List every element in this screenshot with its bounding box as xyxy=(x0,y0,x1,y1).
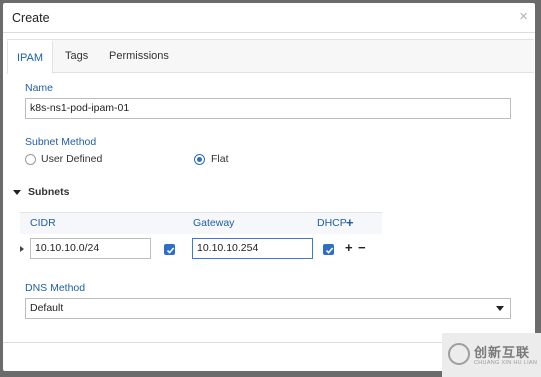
dialog-title: Create xyxy=(12,11,50,25)
radio-user-defined[interactable] xyxy=(25,154,36,165)
watermark: 创新互联 CHUANG XIN HU LIAN xyxy=(442,333,541,377)
add-row-button[interactable]: + xyxy=(345,241,353,254)
name-input[interactable]: k8s-ns1-pod-ipam-01 xyxy=(25,98,511,119)
dns-method-label: DNS Method xyxy=(25,282,86,294)
subnets-section-title: Subnets xyxy=(28,186,70,198)
dialog-header: Create × xyxy=(3,3,535,33)
add-subnet-header-button[interactable]: + xyxy=(346,216,354,229)
cidr-column-header: CIDR xyxy=(30,217,56,229)
name-label: Name xyxy=(25,82,54,94)
gateway-input[interactable]: 10.10.10.254 xyxy=(192,238,313,259)
dhcp-checkbox[interactable] xyxy=(323,244,334,255)
dhcp-column-header: DHCP xyxy=(317,217,347,229)
dns-method-value: Default xyxy=(30,302,64,314)
dns-method-select[interactable]: Default xyxy=(25,298,511,319)
check-icon xyxy=(166,247,175,254)
close-icon[interactable]: × xyxy=(519,9,528,24)
cidr-checkbox[interactable] xyxy=(164,244,175,255)
cidr-input[interactable]: 10.10.10.0/24 xyxy=(30,238,151,259)
radio-flat-label: Flat xyxy=(211,153,229,165)
watermark-brand: 创新互联 xyxy=(474,345,531,360)
row-expand-icon[interactable] xyxy=(20,246,24,252)
watermark-logo-icon xyxy=(448,343,470,365)
check-icon xyxy=(325,247,334,254)
subnets-collapse-icon[interactable] xyxy=(13,190,21,195)
radio-user-defined-label: User Defined xyxy=(41,153,103,165)
subnet-method-label: Subnet Method xyxy=(25,136,97,148)
radio-flat[interactable] xyxy=(194,154,205,165)
gateway-column-header: Gateway xyxy=(193,217,235,229)
dropdown-arrow-icon xyxy=(496,306,504,311)
tab-permissions[interactable]: Permissions xyxy=(105,40,173,73)
watermark-sub: CHUANG XIN HU LIAN xyxy=(474,360,538,366)
tab-bar: IPAM Tags Permissions xyxy=(7,39,534,74)
tab-tags[interactable]: Tags xyxy=(61,40,92,73)
remove-row-button[interactable]: − xyxy=(358,241,366,254)
tab-ipam[interactable]: IPAM xyxy=(7,40,53,74)
create-dialog: Create × IPAM Tags Permissions Name k8s-… xyxy=(3,3,535,371)
